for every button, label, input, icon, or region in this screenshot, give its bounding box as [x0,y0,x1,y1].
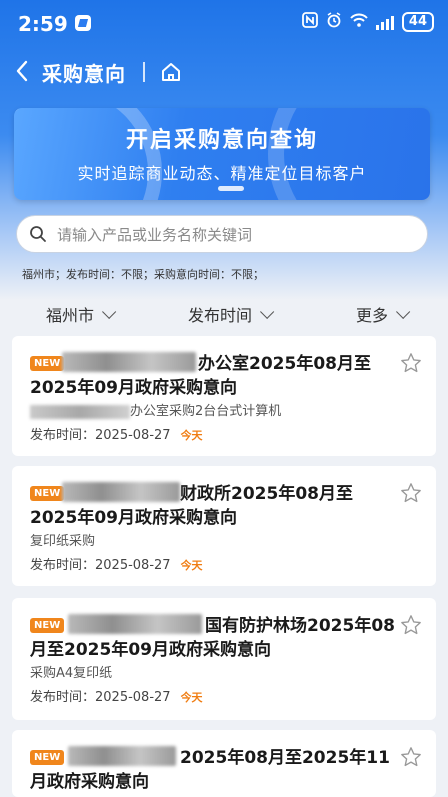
wifi-icon [350,13,368,31]
item-subtitle: 办公室采购2台台式计算机 [30,400,281,419]
signal-icon [375,14,394,30]
battery-icon: 44 [401,12,434,32]
star-icon[interactable] [400,482,422,504]
filter-label: 发布时间 [188,306,253,325]
filter-label: 更多 [356,306,389,325]
status-bar: 2:59 44 [0,0,448,44]
status-icons: 44 [302,12,434,32]
redacted-name [62,352,196,372]
star-icon[interactable] [400,352,422,374]
nav-bar: 采购意向 [0,52,448,92]
search-icon [29,225,47,243]
filter-city[interactable]: 福州市 [46,302,117,326]
today-tag: 今天 [180,429,203,442]
notification-app-icon [75,15,91,31]
list-item[interactable]: 财政所2025年08月至2025年09月政府采购意向 NEW 复印纸采购 发布时… [12,466,436,586]
redacted-text [30,404,130,419]
redacted-name [62,482,180,502]
star-icon[interactable] [400,746,422,768]
search-box[interactable] [16,215,428,253]
redacted-name [68,746,176,766]
banner-subtitle: 实时追踪商业动态、精准定位目标客户 [77,164,367,183]
filter-more[interactable]: 更多 [356,302,411,326]
item-subtitle: 采购A4复印纸 [30,666,113,681]
filter-bar: 福州市 发布时间 更多 [0,296,448,330]
filter-summary: 福州市；发布时间：不限；采购意向时间：不限； [22,268,264,281]
search-input[interactable] [55,222,419,248]
promo-banner[interactable]: 开启采购意向查询 实时追踪商业动态、精准定位目标客户 [14,108,430,200]
nav-divider [143,62,145,82]
item-subtitle: 复印纸采购 [30,534,96,549]
nfc-icon [302,12,318,32]
alarm-icon [326,12,342,32]
today-tag: 今天 [180,559,203,572]
home-icon[interactable] [160,61,182,83]
page-title: 采购意向 [42,62,126,86]
redacted-name [68,614,202,634]
clock: 2:59 [18,12,68,36]
new-badge: NEW [30,486,65,501]
list-item[interactable]: 2025年08月至2025年11月政府采购意向 NEW [12,730,436,797]
back-chevron-icon[interactable] [8,56,36,86]
item-meta: 发布时间：2025-08-27 今天 [30,690,203,705]
today-tag: 今天 [180,691,203,704]
chevron-down-icon [396,304,411,319]
new-badge: NEW [30,618,65,633]
list-item[interactable]: 国有防护林场2025年08月至2025年09月政府采购意向 NEW 采购A4复印… [12,598,436,720]
banner-title: 开启采购意向查询 [125,128,318,153]
filter-publish-time[interactable]: 发布时间 [188,302,275,326]
banner-indicator [218,186,244,191]
filter-label: 福州市 [46,306,95,325]
star-icon[interactable] [400,614,422,636]
chevron-down-icon [260,304,275,319]
new-badge: NEW [30,750,65,765]
list-item[interactable]: 办公室2025年08月至2025年09月政府采购意向 NEW 办公室采购2台台式… [12,336,436,456]
item-meta: 发布时间：2025-08-27 今天 [30,558,203,573]
chevron-down-icon [102,304,117,319]
new-badge: NEW [30,356,65,371]
item-meta: 发布时间：2025-08-27 今天 [30,428,203,443]
